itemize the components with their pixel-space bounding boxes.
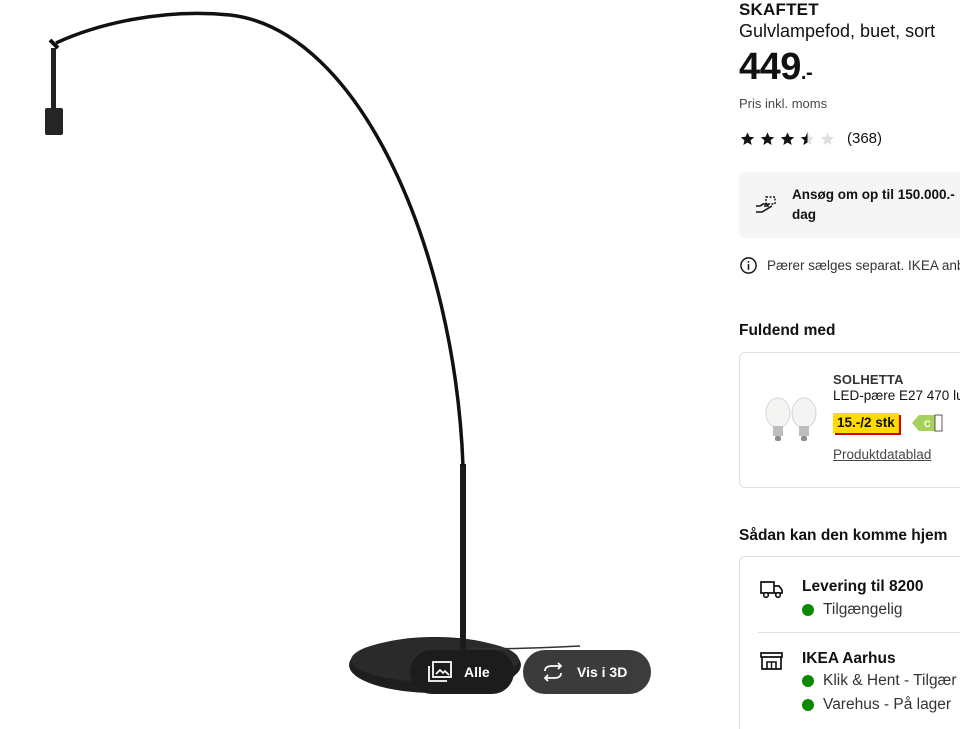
price-suffix: .- <box>800 62 813 84</box>
accessory-price-tag: 15.-/2 stk <box>833 413 899 433</box>
accessory-card[interactable]: SOLHETTA LED-pære E27 470 lu 15.-/2 stk … <box>739 352 960 488</box>
payment-hand-icon <box>756 196 776 213</box>
view-3d-label: Vis i 3D <box>577 664 628 680</box>
delivery-status-text: Tilgængelig <box>823 601 903 618</box>
view-3d-button[interactable]: Vis i 3D <box>523 650 651 694</box>
vat-note: Pris inkl. moms <box>739 96 828 111</box>
rating-stars[interactable]: (368) <box>739 130 882 147</box>
star-full-icon <box>740 131 755 145</box>
product-info-panel: SKAFTET Gulvlampefod, buet, sort 449.- P… <box>739 0 960 729</box>
bulb-info-note: Pærer sælges separat. IKEA anb <box>739 256 960 275</box>
click-collect-status: Klik & Hent - Tilgær <box>802 672 957 690</box>
rotate-3d-icon <box>543 662 563 682</box>
bulb-info-text: Pærer sælges separat. IKEA anb <box>767 258 960 273</box>
floor-lamp-image <box>45 11 581 693</box>
info-icon <box>740 257 757 274</box>
accessory-description: LED-pære E27 470 lu <box>833 388 960 403</box>
product-name: SKAFTET <box>739 0 819 19</box>
store-icon <box>760 652 783 670</box>
star-full-icon <box>780 131 795 145</box>
product-description: Gulvlampefod, buet, sort <box>739 21 936 41</box>
available-dot-icon <box>802 604 814 616</box>
all-images-label: Alle <box>464 664 490 680</box>
product-datasheet-link[interactable]: Produktdatablad <box>833 447 931 462</box>
accessories-heading: Fuldend med <box>739 322 836 339</box>
led-bulb-image <box>765 397 817 441</box>
all-images-button[interactable]: Alle <box>410 650 514 694</box>
truck-icon <box>760 581 783 599</box>
energy-class-letter: C <box>924 419 931 429</box>
gallery-icon <box>428 661 452 682</box>
delivery-card: Levering til 8200 Tilgængelig IKEA Aarhu… <box>739 556 960 729</box>
price-value: 449 <box>739 46 801 88</box>
finance-banner[interactable]: Ansøg om op til 150.000.- dag <box>739 172 960 238</box>
store-title: IKEA Aarhus <box>802 650 896 667</box>
energy-label-icon[interactable]: C <box>911 413 943 433</box>
review-count[interactable]: (368) <box>847 130 882 147</box>
store-stock-status: Varehus - På lager <box>802 696 951 714</box>
product-price: 449.- <box>739 46 813 89</box>
delivery-status: Tilgængelig <box>802 601 903 619</box>
accessory-name: SOLHETTA <box>833 372 904 387</box>
star-empty-icon <box>820 131 835 145</box>
delivery-divider <box>758 632 960 633</box>
finance-line-1: Ansøg om op til 150.000.- <box>792 187 955 202</box>
available-dot-icon <box>802 675 814 687</box>
finance-line-2: dag <box>792 207 817 222</box>
click-collect-text: Klik & Hent - Tilgær <box>823 672 957 689</box>
finance-text: Ansøg om op til 150.000.- dag <box>792 185 955 225</box>
delivery-heading: Sådan kan den komme hjem <box>739 527 948 544</box>
star-half-icon <box>800 131 815 145</box>
available-dot-icon <box>802 699 814 711</box>
delivery-title: Levering til 8200 <box>802 578 924 595</box>
store-stock-text: Varehus - På lager <box>823 696 952 713</box>
star-full-icon <box>760 131 775 145</box>
product-image-stage[interactable]: Alle Vis i 3D <box>0 0 700 729</box>
